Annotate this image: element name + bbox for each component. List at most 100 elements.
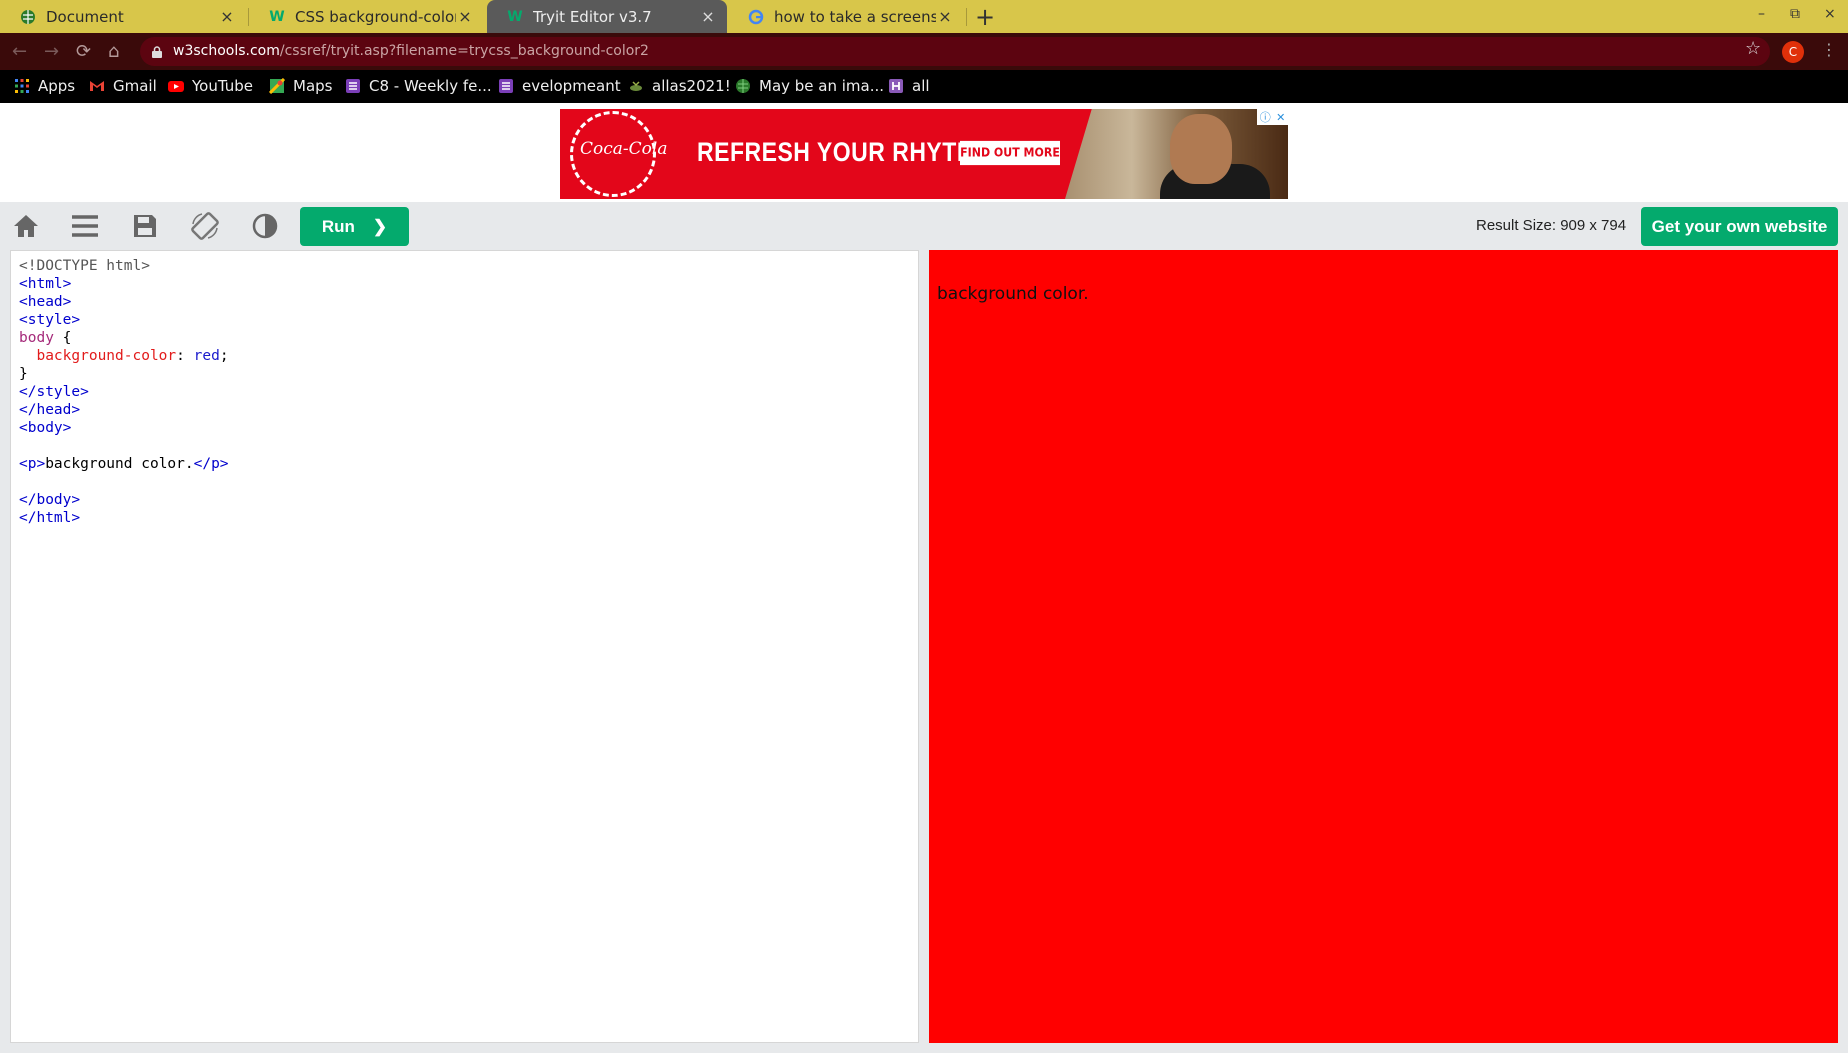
code-content[interactable]: <!DOCTYPE html> <html> <head> <style> bo… (19, 257, 229, 527)
bookmark-label: YouTube (192, 77, 253, 95)
ad-headline: REFRESH YOUR RHYTHM (697, 136, 994, 167)
bookmark-star-icon[interactable]: ☆ (1745, 38, 1761, 59)
ad-cta-button[interactable]: FIND OUT MORE (960, 140, 1060, 166)
lock-icon (152, 43, 162, 58)
tab-title: Document (46, 7, 124, 26)
code-html-close: </html> (19, 510, 81, 526)
code-p-close: </p> (193, 456, 229, 472)
code-style-close: </style> (19, 384, 89, 400)
tab-divider (966, 8, 967, 26)
bookmark-maps[interactable]: Maps (268, 77, 333, 95)
result-preview[interactable]: background color. (929, 250, 1838, 1043)
bookmark-label: all (912, 77, 930, 95)
theme-contrast-icon[interactable] (248, 211, 282, 241)
minimize-icon[interactable]: – (1758, 6, 1765, 22)
tab-css-background-color[interactable]: W CSS background-color pro × (249, 0, 484, 33)
coca-cola-ad-banner[interactable]: Coca-Cola REFRESH YOUR RHYTHM FIND OUT M… (560, 109, 1288, 199)
code-brace-close: } (19, 366, 28, 382)
run-label: Run (321, 216, 355, 236)
tab-title: CSS background-color pro (295, 7, 456, 26)
code-colon: : (176, 348, 194, 364)
ad-area: Coca-Cola REFRESH YOUR RHYTHM FIND OUT M… (0, 103, 1848, 202)
result-paragraph: background color. (937, 284, 1089, 304)
home-icon[interactable] (9, 211, 43, 241)
globe-icon (735, 78, 751, 94)
tab-document[interactable]: Document × (0, 0, 246, 33)
code-doctype: <!DOCTYPE html> (19, 258, 150, 274)
code-value: red (193, 348, 220, 364)
bookmark-label: Gmail (113, 77, 157, 95)
run-button[interactable]: Run ❯ (300, 207, 409, 246)
tab-close-icon[interactable]: × (218, 7, 236, 26)
tab-google-search[interactable]: how to take a screenshot × (728, 0, 964, 33)
bookmark-label: allas2021! (652, 77, 731, 95)
reload-icon[interactable]: ⟳ (76, 41, 91, 62)
w3schools-icon: W (269, 8, 285, 25)
run-arrow-icon: ❯ (372, 216, 388, 236)
menu-kebab-icon[interactable]: ⋮ (1821, 40, 1837, 59)
ad-brand-text: Coca-Cola (580, 139, 668, 159)
url-path: /cssref/tryit.asp?filename=trycss_backgr… (279, 43, 649, 59)
address-bar[interactable]: w3schools.com/cssref/tryit.asp?filename=… (140, 37, 1770, 66)
globe-icon (20, 9, 36, 25)
ad-close-icon[interactable]: ✕ (1276, 111, 1285, 124)
bookmark-label: C8 - Weekly fe... (369, 77, 492, 95)
home-icon[interactable]: ⌂ (108, 41, 119, 62)
maps-icon (268, 77, 286, 95)
gmail-icon (89, 78, 105, 94)
code-html-open: <html> (19, 276, 72, 292)
bookmark-icon (628, 78, 644, 94)
bookmark-evelopmeant[interactable]: evelopmeant (498, 77, 621, 95)
ad-info-icon[interactable]: ⓘ (1260, 109, 1271, 125)
bookmark-apps[interactable]: Apps (14, 77, 75, 95)
bookmark-label: Maps (293, 77, 333, 95)
tab-title: how to take a screenshot (774, 7, 936, 26)
menu-icon[interactable] (68, 211, 102, 241)
list-icon (345, 78, 361, 94)
code-body-open: <body> (19, 420, 72, 436)
list-icon (498, 78, 514, 94)
code-property: background-color (36, 348, 177, 364)
bookmark-gmail[interactable]: Gmail (89, 77, 157, 95)
get-your-own-website-button[interactable]: Get your own website (1641, 207, 1838, 246)
bookmarks-bar: Apps Gmail YouTube Maps C8 - Weekly fe..… (0, 70, 1848, 103)
tab-close-icon[interactable]: × (699, 7, 717, 26)
ad-info-controls[interactable]: ⓘ ✕ (1257, 109, 1288, 125)
editor-panes: <!DOCTYPE html> <html> <head> <style> bo… (0, 250, 1848, 1053)
bookmark-label: evelopmeant (522, 77, 621, 95)
tab-strip: Document × W CSS background-color pro × … (0, 0, 1848, 33)
bookmark-label: May be an ima... (759, 77, 885, 95)
url-host: w3schools.com (173, 43, 280, 59)
close-window-icon[interactable]: × (1824, 6, 1836, 22)
restore-icon[interactable]: ⧉ (1790, 6, 1800, 22)
bookmark-youtube[interactable]: YouTube (168, 77, 253, 95)
google-icon (748, 9, 764, 25)
code-editor[interactable]: <!DOCTYPE html> <html> <head> <style> bo… (10, 250, 919, 1043)
tab-tryit-editor[interactable]: W Tryit Editor v3.7 × (487, 0, 727, 33)
browser-toolbar: ← → ⟳ ⌂ w3schools.com/cssref/tryit.asp?f… (0, 33, 1848, 70)
bookmark-all[interactable]: all (888, 77, 930, 95)
code-p-text: background color. (45, 456, 194, 472)
forward-icon[interactable]: → (44, 41, 59, 62)
code-p-open: <p> (19, 456, 46, 472)
code-brace-open: { (53, 330, 72, 346)
back-icon[interactable]: ← (12, 41, 27, 62)
youtube-icon (168, 78, 184, 94)
bookmark-allas2021[interactable]: allas2021! (628, 77, 731, 95)
editor-toolbar: Run ❯ Result Size: 909 x 794 Get your ow… (0, 202, 1848, 250)
tab-close-icon[interactable]: × (936, 7, 954, 26)
new-tab-button[interactable]: + (975, 3, 995, 31)
bookmark-c8-weekly[interactable]: C8 - Weekly fe... (345, 77, 492, 95)
bookmark-may-be-an-image[interactable]: May be an ima... (735, 77, 884, 95)
tab-close-icon[interactable]: × (456, 7, 474, 26)
code-style-open: <style> (19, 312, 81, 328)
rotate-orientation-icon[interactable] (188, 211, 222, 241)
url-text: w3schools.com/cssref/tryit.asp?filename=… (173, 43, 649, 59)
code-selector: body (19, 330, 54, 346)
profile-avatar[interactable]: C (1782, 41, 1804, 63)
w3schools-icon: W (507, 8, 523, 25)
ad-photo-face (1170, 114, 1232, 184)
code-head-open: <head> (19, 294, 72, 310)
code-head-close: </head> (19, 402, 81, 418)
save-icon[interactable] (128, 211, 162, 241)
